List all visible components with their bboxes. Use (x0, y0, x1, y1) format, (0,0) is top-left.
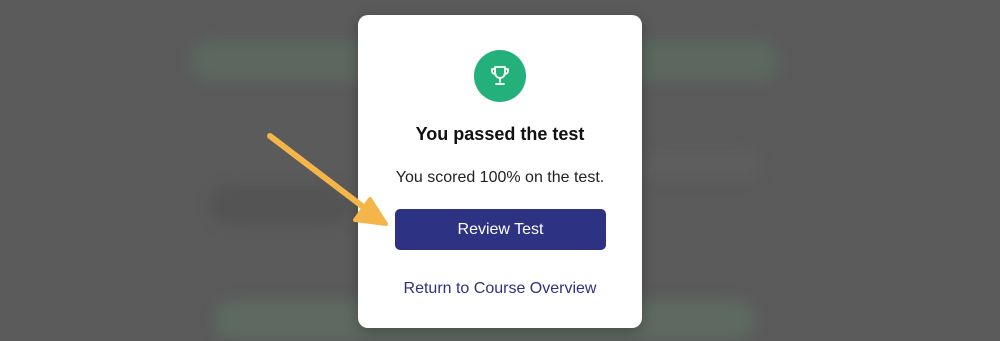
trophy-icon (491, 66, 509, 85)
screen: You passed the test You scored 100% on t… (0, 0, 1000, 341)
background-content (640, 150, 760, 180)
trophy-badge (474, 50, 526, 102)
review-test-button[interactable]: Review Test (395, 209, 606, 250)
result-modal: You passed the test You scored 100% on t… (358, 15, 642, 328)
modal-title: You passed the test (415, 124, 585, 144)
background-content (210, 185, 350, 225)
score-message: You scored 100% on the test. (395, 169, 605, 186)
return-to-course-overview-link[interactable]: Return to Course Overview (358, 280, 642, 298)
